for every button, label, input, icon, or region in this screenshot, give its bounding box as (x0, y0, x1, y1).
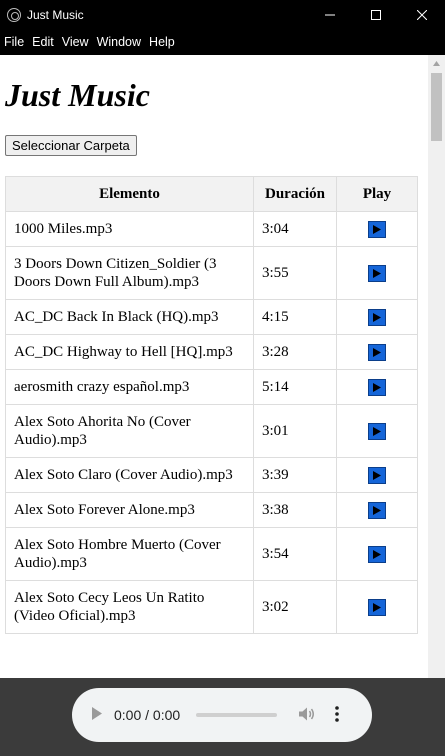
song-name: Alex Soto Forever Alone.mp3 (5, 492, 254, 529)
player-time: 0:00 / 0:00 (114, 707, 181, 723)
select-folder-button[interactable]: Seleccionar Carpeta (5, 135, 137, 156)
table-header-row: Elemento Duración Play (5, 176, 418, 212)
song-name: AC_DC Back In Black (HQ).mp3 (5, 299, 254, 336)
app-icon (7, 7, 21, 22)
audio-player: 0:00 / 0:00 (72, 688, 372, 742)
menu-window[interactable]: Window (93, 35, 145, 49)
vertical-scrollbar[interactable] (428, 55, 445, 678)
play-button[interactable] (368, 344, 386, 362)
song-name: Alex Soto Claro (Cover Audio).mp3 (5, 457, 254, 494)
minimize-icon (325, 14, 335, 15)
play-cell (336, 210, 418, 248)
scroll-up-button[interactable] (428, 55, 445, 72)
window-title: Just Music (27, 7, 84, 22)
player-play-button[interactable] (92, 707, 102, 723)
play-button[interactable] (368, 546, 386, 564)
play-icon (373, 348, 381, 358)
play-icon (373, 506, 381, 516)
songs-table: Elemento Duración Play 1000 Miles.mp3 3:0… (5, 176, 418, 635)
header-elemento: Elemento (5, 176, 254, 212)
play-cell (336, 369, 418, 406)
content-area: Just Music Seleccionar Carpeta Elemento … (0, 55, 428, 678)
song-duration: 4:15 (253, 299, 337, 336)
song-name: 1000 Miles.mp3 (5, 210, 254, 248)
play-cell (336, 246, 418, 301)
play-icon (92, 707, 102, 720)
title-bar: Just Music (0, 0, 445, 29)
menu-view[interactable]: View (58, 35, 93, 49)
song-duration: 3:39 (253, 457, 337, 494)
play-icon (373, 313, 381, 323)
play-icon (373, 550, 381, 560)
song-duration: 3:54 (253, 527, 337, 582)
play-cell (336, 334, 418, 371)
play-button[interactable] (368, 221, 386, 239)
play-cell (336, 492, 418, 529)
player-volume-button[interactable] (299, 707, 315, 724)
song-duration: 3:28 (253, 334, 337, 371)
menu-bar: File Edit View Window Help (0, 29, 445, 55)
song-name: Alex Soto Ahorita No (Cover Audio).mp3 (5, 404, 254, 459)
song-duration: 3:38 (253, 492, 337, 529)
player-more-button[interactable] (335, 705, 339, 725)
table-row: AC_DC Highway to Hell [HQ].mp3 3:28 (5, 334, 418, 371)
scroll-up-arrow-icon (433, 61, 440, 66)
play-icon (373, 471, 381, 481)
maximize-icon (371, 9, 381, 20)
song-name: AC_DC Highway to Hell [HQ].mp3 (5, 334, 254, 371)
song-name: 3 Doors Down Citizen_Soldier (3 Doors Do… (5, 246, 254, 301)
play-button[interactable] (368, 265, 386, 283)
menu-help[interactable]: Help (145, 35, 179, 49)
play-cell (336, 404, 418, 459)
header-duracion: Duración (253, 176, 337, 212)
play-cell (336, 457, 418, 494)
header-play: Play (336, 176, 418, 212)
song-duration: 3:02 (253, 580, 337, 635)
play-icon (373, 383, 381, 393)
table-row: Alex Soto Forever Alone.mp3 3:38 (5, 492, 418, 529)
song-name: Alex Soto Hombre Muerto (Cover Audio).mp… (5, 527, 254, 582)
table-row: 1000 Miles.mp3 3:04 (5, 210, 418, 248)
play-icon (373, 269, 381, 279)
song-duration: 3:55 (253, 246, 337, 301)
player-area: 0:00 / 0:00 (0, 678, 445, 756)
song-duration: 3:01 (253, 404, 337, 459)
song-name: aerosmith crazy español.mp3 (5, 369, 254, 406)
volume-icon (299, 707, 315, 720)
player-progress-slider[interactable] (196, 713, 278, 717)
play-button[interactable] (368, 599, 386, 617)
table-row: Alex Soto Cecy Leos Un Ratito (Video Ofi… (5, 580, 418, 635)
maximize-button[interactable] (353, 0, 399, 29)
close-icon (417, 9, 427, 20)
play-cell (336, 527, 418, 582)
play-button[interactable] (368, 423, 386, 441)
play-cell (336, 580, 418, 635)
table-row: aerosmith crazy español.mp3 5:14 (5, 369, 418, 406)
menu-file[interactable]: File (0, 35, 28, 49)
play-button[interactable] (368, 467, 386, 485)
scroll-thumb[interactable] (431, 73, 442, 141)
page-title: Just Music (5, 77, 150, 113)
menu-edit[interactable]: Edit (28, 35, 58, 49)
more-options-icon (335, 705, 339, 722)
play-icon (373, 603, 381, 613)
play-button[interactable] (368, 379, 386, 397)
play-button[interactable] (368, 309, 386, 327)
table-row: Alex Soto Ahorita No (Cover Audio).mp3 3:… (5, 404, 418, 459)
play-cell (336, 299, 418, 336)
close-button[interactable] (399, 0, 445, 29)
play-icon (373, 225, 381, 235)
table-row: AC_DC Back In Black (HQ).mp3 4:15 (5, 299, 418, 336)
table-row: Alex Soto Hombre Muerto (Cover Audio).mp… (5, 527, 418, 582)
song-duration: 3:04 (253, 210, 337, 248)
song-name: Alex Soto Cecy Leos Un Ratito (Video Ofi… (5, 580, 254, 635)
play-button[interactable] (368, 502, 386, 520)
table-row: Alex Soto Claro (Cover Audio).mp3 3:39 (5, 457, 418, 494)
table-row: 3 Doors Down Citizen_Soldier (3 Doors Do… (5, 246, 418, 301)
song-duration: 5:14 (253, 369, 337, 406)
minimize-button[interactable] (307, 0, 353, 29)
play-icon (373, 427, 381, 437)
